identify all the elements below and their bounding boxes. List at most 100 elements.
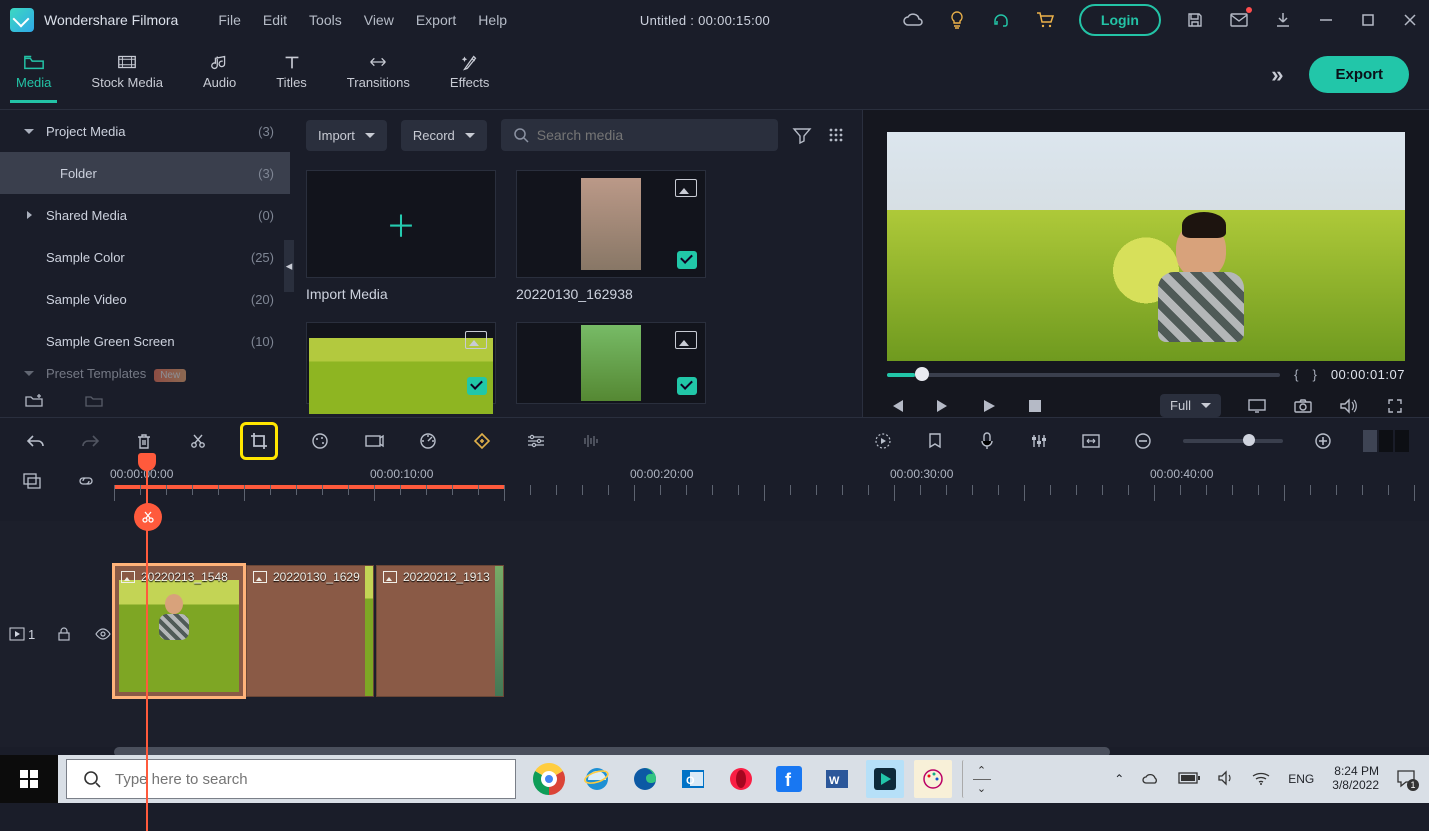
green-screen-icon[interactable] [362, 429, 386, 453]
fullscreen-icon[interactable] [1385, 396, 1405, 416]
headset-icon[interactable] [991, 10, 1011, 30]
start-button[interactable] [0, 755, 58, 803]
zoom-slider[interactable] [1183, 439, 1283, 443]
close-button[interactable] [1401, 10, 1419, 30]
tray-volume-icon[interactable] [1218, 771, 1234, 788]
volume-icon[interactable] [1339, 396, 1359, 416]
render-icon[interactable] [871, 429, 895, 453]
timeline-clip[interactable]: 20220213_1548 [114, 565, 244, 697]
snapshot-icon[interactable] [1293, 396, 1313, 416]
record-dropdown[interactable]: Record [401, 120, 487, 151]
download-icon[interactable] [1273, 10, 1293, 30]
track-visibility-icon[interactable] [93, 622, 114, 646]
tray-language[interactable]: ENG [1288, 772, 1314, 786]
maximize-button[interactable] [1359, 10, 1377, 30]
more-tabs-icon[interactable]: » [1271, 62, 1283, 88]
preview-quality-dropdown[interactable]: Full [1160, 394, 1221, 417]
tab-titles[interactable]: Titles [270, 47, 313, 103]
taskbar-chrome-icon[interactable] [530, 760, 568, 798]
mail-icon[interactable] [1229, 10, 1249, 30]
split-icon[interactable] [186, 429, 210, 453]
save-icon[interactable] [1185, 10, 1205, 30]
prev-frame-icon[interactable] [887, 396, 907, 416]
crop-icon[interactable] [240, 422, 278, 460]
taskbar-edge-icon[interactable] [626, 760, 664, 798]
minimize-button[interactable] [1317, 10, 1335, 30]
zoom-out-icon[interactable] [1131, 429, 1155, 453]
tab-stock-media[interactable]: Stock Media [85, 47, 169, 103]
mark-out-icon[interactable]: } [1312, 367, 1316, 382]
adjust-icon[interactable] [524, 429, 548, 453]
taskbar-search-input[interactable] [115, 771, 499, 788]
tray-wifi-icon[interactable] [1252, 771, 1270, 788]
tray-onedrive-icon[interactable] [1142, 771, 1160, 788]
folder-icon[interactable] [84, 390, 104, 410]
tab-transitions[interactable]: Transitions [341, 47, 416, 103]
export-button[interactable]: Export [1309, 56, 1409, 93]
lightbulb-icon[interactable] [947, 10, 967, 30]
playhead-handle[interactable] [138, 453, 156, 471]
track-manager-icon[interactable] [20, 469, 44, 493]
new-folder-icon[interactable] [24, 390, 44, 410]
grid-view-icon[interactable] [826, 125, 846, 145]
media-import-card[interactable]: ＋ Import Media [306, 170, 496, 302]
taskbar-paint-icon[interactable] [914, 760, 952, 798]
menu-export[interactable]: Export [416, 12, 456, 28]
tab-audio[interactable]: Audio [197, 47, 242, 103]
keyframe-icon[interactable] [470, 429, 494, 453]
taskbar-word-icon[interactable]: W [818, 760, 856, 798]
taskbar-filmora-icon[interactable] [866, 760, 904, 798]
sidebar-item-project-media[interactable]: Project Media (3) [0, 110, 290, 152]
tab-media[interactable]: Media [10, 47, 57, 103]
login-button[interactable]: Login [1079, 4, 1161, 36]
timeline-ruler[interactable]: 00:00:00:00 00:00:10:00 00:00:20:00 00:0… [114, 463, 1429, 521]
mixer-icon[interactable] [1027, 429, 1051, 453]
stop-icon[interactable] [1025, 396, 1045, 416]
menu-view[interactable]: View [364, 12, 394, 28]
playhead-split-icon[interactable] [134, 503, 162, 531]
track-lane[interactable]: 20220213_1548 20220130_1629 20220212_191… [114, 521, 1429, 747]
tray-expand-icon[interactable]: ⌃ [1114, 772, 1124, 786]
link-icon[interactable] [74, 469, 98, 493]
undo-icon[interactable] [24, 429, 48, 453]
sidebar-item-sample-green-screen[interactable]: Sample Green Screen (10) [0, 320, 290, 362]
redo-icon[interactable] [78, 429, 102, 453]
audio-wave-icon[interactable] [578, 429, 602, 453]
tray-notifications-icon[interactable]: 1 [1397, 770, 1415, 789]
zoom-in-icon[interactable] [1311, 429, 1335, 453]
media-item[interactable] [306, 322, 496, 404]
track-lock-icon[interactable] [53, 622, 74, 646]
speed-icon[interactable] [416, 429, 440, 453]
media-item[interactable]: 20220130_162938 [516, 170, 706, 302]
menu-help[interactable]: Help [478, 12, 507, 28]
fit-icon[interactable] [1079, 429, 1103, 453]
filter-icon[interactable] [792, 125, 812, 145]
display-icon[interactable] [1247, 396, 1267, 416]
taskbar-outlook-icon[interactable]: O [674, 760, 712, 798]
taskbar-ie-icon[interactable] [578, 760, 616, 798]
voiceover-icon[interactable] [975, 429, 999, 453]
delete-icon[interactable] [132, 429, 156, 453]
tray-battery-icon[interactable] [1178, 772, 1200, 787]
search-input[interactable] [537, 127, 766, 143]
tab-effects[interactable]: Effects [444, 47, 496, 103]
search-media[interactable] [501, 119, 778, 151]
marker-icon[interactable] [923, 429, 947, 453]
taskbar-search[interactable] [66, 759, 516, 799]
tray-clock[interactable]: 8:24 PM 3/8/2022 [1332, 765, 1379, 793]
import-dropdown[interactable]: Import [306, 120, 387, 151]
media-item[interactable] [516, 322, 706, 404]
next-frame-icon[interactable] [933, 396, 953, 416]
taskbar-opera-icon[interactable] [722, 760, 760, 798]
sidebar-item-folder[interactable]: Folder (3) [0, 152, 290, 194]
taskbar-facebook-icon[interactable]: f [770, 760, 808, 798]
timeline-clip[interactable]: 20220212_1913 [376, 565, 504, 697]
timeline-clip[interactable]: 20220130_1629 [246, 565, 374, 697]
sidebar-item-preset-templates[interactable]: Preset Templates [0, 362, 290, 384]
collapse-sidebar-icon[interactable]: ◂ [284, 240, 294, 292]
preview-viewport[interactable] [887, 132, 1405, 361]
mark-in-icon[interactable]: { [1294, 367, 1298, 382]
color-icon[interactable] [308, 429, 332, 453]
menu-tools[interactable]: Tools [309, 12, 342, 28]
sidebar-item-sample-video[interactable]: Sample Video (20) [0, 278, 290, 320]
